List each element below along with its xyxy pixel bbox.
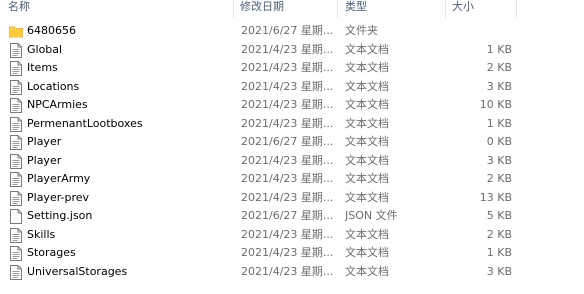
folder-icon (9, 25, 23, 40)
column-header-type[interactable]: 类型 (345, 0, 367, 18)
file-size: 1 KB (486, 116, 512, 130)
text-file-icon (10, 79, 22, 95)
file-size: 3 KB (486, 79, 512, 93)
file-type: JSON 文件 (345, 209, 398, 222)
text-file-icon (10, 98, 22, 113)
file-name: Items (27, 61, 58, 74)
text-file-icon (10, 227, 22, 243)
file-row[interactable]: Locations 2021/4/23 星期... 文本文档 3 KB (0, 78, 584, 97)
file-modified-date: 2021/6/27 星期... (241, 209, 333, 222)
column-divider[interactable] (445, 0, 446, 18)
file-type: 文本文档 (345, 153, 389, 167)
text-file-icon (10, 116, 22, 132)
file-row[interactable]: Setting.json 2021/6/27 星期... JSON 文件 5 KB (0, 207, 584, 226)
file-name: NPCArmies (27, 98, 88, 111)
file-size: 2 KB (486, 61, 512, 74)
file-row[interactable]: Storages 2021/4/23 星期... 文本文档 1 KB (0, 244, 584, 263)
blank-file-icon (10, 209, 22, 224)
file-row[interactable]: Items 2021/4/23 星期... 文本文档 2 KB (0, 59, 584, 78)
file-size: 3 KB (486, 153, 512, 167)
file-type: 文本文档 (345, 190, 389, 204)
file-modified-date: 2021/4/23 星期... (241, 246, 333, 259)
text-file-icon (10, 61, 22, 76)
file-modified-date: 2021/4/23 星期... (241, 98, 333, 111)
file-row[interactable]: Player 2021/6/27 星期... 文本文档 0 KB (0, 133, 584, 152)
file-modified-date: 2021/4/23 星期... (241, 116, 333, 130)
text-file-icon (10, 153, 22, 169)
text-file-icon (10, 42, 22, 58)
file-name: Player (27, 135, 62, 148)
file-row[interactable]: Global 2021/4/23 星期... 文本文档 1 KB (0, 41, 584, 60)
file-row[interactable]: NPCArmies 2021/4/23 星期... 文本文档 10 KB (0, 96, 584, 115)
column-header-name[interactable]: 名称 (8, 0, 30, 18)
text-file-icon (10, 246, 22, 261)
file-row[interactable]: PlayerArmy 2021/4/23 星期... 文本文档 2 KB (0, 170, 584, 189)
file-type: 文本文档 (345, 61, 389, 74)
file-type: 文本文档 (345, 227, 389, 241)
file-modified-date: 2021/6/27 星期... (241, 135, 333, 148)
file-modified-date: 2021/4/23 星期... (241, 153, 333, 167)
file-size: 3 KB (486, 264, 512, 278)
file-size: 2 KB (486, 227, 512, 241)
column-header-size[interactable]: 大小 (452, 0, 474, 18)
file-modified-date: 2021/4/23 星期... (241, 42, 333, 56)
file-name: Storages (27, 246, 76, 259)
file-type: 文件夹 (345, 24, 378, 37)
file-name: 6480656 (27, 24, 76, 37)
file-type: 文本文档 (345, 264, 389, 278)
file-size: 0 KB (486, 135, 512, 148)
file-type: 文本文档 (345, 98, 389, 111)
file-type: 文本文档 (345, 79, 389, 93)
file-modified-date: 2021/4/23 星期... (241, 61, 333, 74)
column-header-bar: 名称 修改日期 类型 大小 (0, 0, 584, 18)
file-modified-date: 2021/4/23 星期... (241, 79, 333, 93)
file-name: Skills (27, 227, 56, 241)
column-divider[interactable] (337, 0, 338, 18)
file-type: 文本文档 (345, 135, 389, 148)
file-type: 文本文档 (345, 116, 389, 130)
file-modified-date: 2021/4/23 星期... (241, 227, 333, 241)
column-divider[interactable] (233, 0, 234, 18)
file-modified-date: 2021/6/27 星期... (241, 24, 333, 37)
file-type: 文本文档 (345, 246, 389, 259)
file-name: Locations (27, 79, 80, 93)
file-name: Setting.json (27, 209, 93, 222)
file-size: 13 KB (479, 190, 512, 204)
file-name: Player-prev (27, 190, 90, 204)
file-size: 2 KB (486, 172, 512, 185)
file-name: Player (27, 153, 62, 167)
file-modified-date: 2021/4/23 星期... (241, 172, 333, 185)
file-modified-date: 2021/4/23 星期... (241, 264, 333, 278)
file-row[interactable]: Skills 2021/4/23 星期... 文本文档 2 KB (0, 226, 584, 245)
file-name: UniversalStorages (27, 264, 128, 278)
file-type: 文本文档 (345, 42, 389, 56)
file-size (440, 22, 512, 41)
text-file-icon (10, 135, 22, 150)
file-type: 文本文档 (345, 172, 389, 185)
file-modified-date: 2021/4/23 星期... (241, 190, 333, 204)
file-row[interactable]: 6480656 2021/6/27 星期... 文件夹 (0, 22, 584, 41)
file-row[interactable]: UniversalStorages 2021/4/23 星期... 文本文档 3 KB (0, 263, 584, 282)
file-name: Global (27, 42, 63, 56)
text-file-icon (10, 190, 22, 206)
file-name: PlayerArmy (27, 172, 91, 185)
column-divider[interactable] (516, 0, 517, 18)
file-size: 5 KB (486, 209, 512, 222)
file-size: 1 KB (486, 246, 512, 259)
file-size: 1 KB (486, 42, 512, 56)
file-row[interactable]: Player 2021/4/23 星期... 文本文档 3 KB (0, 152, 584, 171)
text-file-icon (10, 264, 22, 280)
file-size: 10 KB (479, 98, 512, 111)
file-row[interactable]: PermenantLootboxes 2021/4/23 星期... 文本文档 1 K… (0, 115, 584, 134)
file-row[interactable]: Player-prev 2021/4/23 星期... 文本文档 13 KB (0, 189, 584, 208)
column-header-date[interactable]: 修改日期 (240, 0, 284, 18)
file-name: PermenantLootboxes (27, 116, 143, 130)
text-file-icon (10, 172, 22, 187)
